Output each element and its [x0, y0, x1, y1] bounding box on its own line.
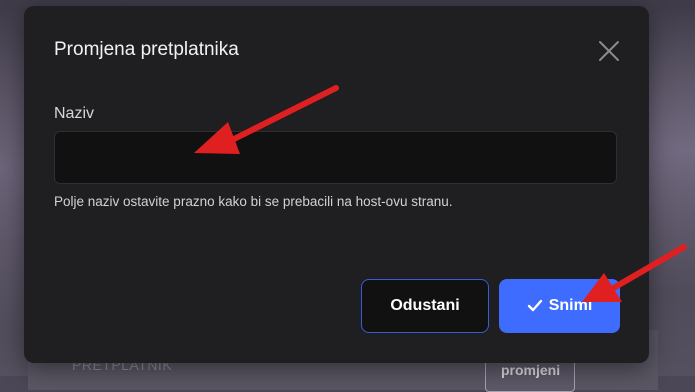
close-icon [599, 41, 619, 61]
dialog-title: Promjena pretplatnika [54, 39, 239, 60]
save-button[interactable]: Snimi [499, 279, 620, 333]
close-button[interactable] [598, 40, 620, 62]
name-input[interactable] [54, 131, 617, 184]
cancel-button[interactable]: Odustani [361, 279, 489, 333]
name-field-label: Naziv [54, 105, 95, 122]
cancel-button-label: Odustani [390, 297, 460, 314]
check-icon [527, 299, 542, 312]
name-helper-text: Polje naziv ostavite prazno kako bi se p… [54, 194, 453, 209]
save-button-label: Snimi [548, 297, 593, 314]
change-subscriber-dialog: Promjena pretplatnika Naziv Polje naziv … [24, 6, 649, 363]
